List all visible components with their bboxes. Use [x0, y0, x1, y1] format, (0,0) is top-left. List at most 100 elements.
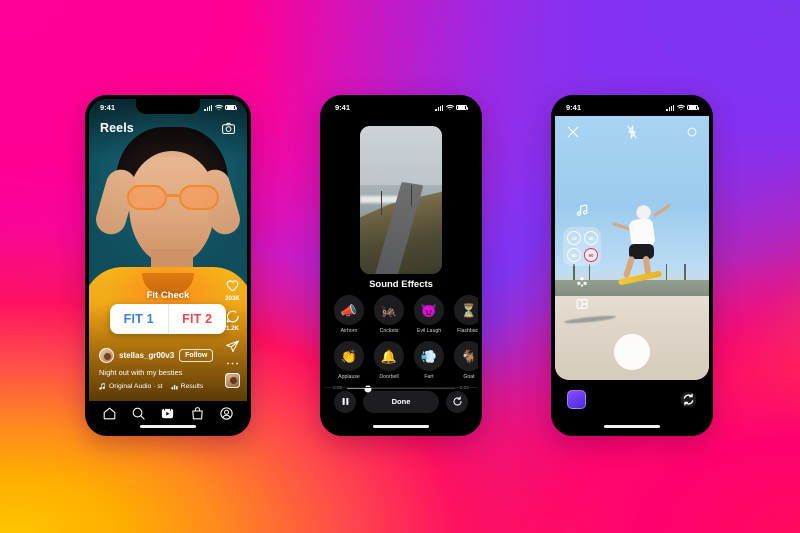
comment-count: 1.2K [225, 325, 240, 332]
sfx-label: Goat [463, 374, 475, 380]
cellular-icon [435, 104, 443, 111]
sfx-label: Applause [338, 374, 360, 380]
skater-arm-right [652, 203, 671, 218]
sfx-item[interactable]: 👏 Applause [334, 341, 364, 380]
sfx-row-2: 👏 Applause 🔔 Doorbell 💨 Fart 🐐 Goat [334, 341, 478, 380]
duration-option-90[interactable]: 90 [584, 248, 598, 262]
video-preview[interactable] [360, 126, 442, 274]
heart-icon[interactable] [225, 278, 240, 293]
like-action[interactable]: 203K [225, 278, 240, 302]
sfx-row-1: 📣 Airhorn 🦗 Crickets 👿 Evil Laugh ⏳ Flas… [334, 295, 478, 334]
comment-action[interactable]: 1.2K [225, 309, 240, 332]
sfx-glyph[interactable]: 🐐 [454, 341, 478, 371]
audio-row[interactable]: Original Audio · st Results [99, 383, 207, 390]
status-time: 9:41 [335, 103, 351, 112]
sfx-glyph[interactable]: 👏 [334, 341, 364, 371]
sfx-glyph[interactable]: 💨 [414, 341, 444, 371]
share-action[interactable] [225, 339, 240, 354]
cellular-icon [666, 104, 674, 111]
status-time: 9:41 [100, 103, 116, 112]
sfx-item[interactable]: 🐐 Goat [454, 341, 478, 380]
username[interactable]: stellas_gr00v3 [119, 351, 174, 360]
shop-icon[interactable] [190, 406, 205, 421]
duration-selector[interactable]: 15 30 60 90 [563, 227, 601, 266]
undo-button[interactable] [446, 390, 468, 413]
music-icon[interactable] [576, 204, 589, 217]
duration-option-30[interactable]: 30 [584, 231, 598, 245]
share-icon[interactable] [225, 339, 240, 354]
music-note-icon [99, 383, 105, 390]
cellular-icon [204, 104, 212, 111]
sound-effects-screen: 9:41 Sound Effects 📣 Airhorn 🦗 Crickets … [324, 99, 478, 432]
sfx-item[interactable]: 💨 Fart [414, 341, 444, 380]
device-notch [136, 99, 200, 114]
phone-sound-effects: 9:41 Sound Effects 📣 Airhorn 🦗 Crickets … [320, 95, 482, 436]
sfx-controls: Done [324, 387, 478, 415]
done-button[interactable]: Done [363, 390, 439, 413]
search-icon[interactable] [131, 406, 146, 421]
status-indicators [666, 104, 699, 111]
camera-icon[interactable] [221, 121, 236, 136]
wifi-icon [676, 104, 685, 111]
sfx-glyph[interactable]: 👿 [414, 295, 444, 325]
close-icon[interactable] [566, 125, 580, 139]
follow-button[interactable]: Follow [179, 349, 214, 362]
preview-sky [360, 126, 442, 189]
duration-option-60[interactable]: 60 [567, 248, 581, 262]
sfx-glyph[interactable]: 🔔 [374, 341, 404, 371]
battery-icon [687, 104, 699, 111]
sfx-glyph[interactable]: 🦗 [374, 295, 404, 325]
poll-option-1[interactable]: FIT 1 [110, 304, 169, 334]
more-action[interactable] [226, 361, 239, 366]
reel-metadata: stellas_gr00v3 Follow Night out with my … [99, 348, 214, 390]
audio-thumbnail[interactable] [225, 373, 240, 388]
sfx-glyph[interactable]: 📣 [334, 295, 364, 325]
preview-pole-2 [410, 185, 412, 206]
flash-off-icon[interactable] [627, 125, 637, 139]
sfx-glyph[interactable]: ⏳ [454, 295, 478, 325]
comment-icon[interactable] [225, 309, 240, 324]
sfx-item[interactable]: 📣 Airhorn [334, 295, 364, 334]
device-notch [369, 99, 433, 114]
sfx-item[interactable]: 🦗 Crickets [374, 295, 404, 334]
more-icon[interactable] [226, 361, 239, 366]
poll-option-2[interactable]: FIT 2 [169, 304, 227, 334]
sfx-item[interactable]: 👿 Evil Laugh [414, 295, 444, 334]
audio-title: Original Audio · st [109, 383, 163, 390]
camera-tool-rail: 15 30 60 90 [563, 204, 601, 310]
sunglass-bridge [167, 194, 179, 197]
sunglass-lens-right [179, 185, 219, 210]
poster-canvas: 9:41 Reels Fit Check FIT 1 FIT 2 stellas… [0, 0, 800, 533]
wifi-icon [445, 104, 454, 111]
shutter-button[interactable] [614, 334, 650, 370]
sfx-label: Airhorn [340, 328, 358, 334]
settings-icon[interactable] [686, 126, 698, 138]
poll-widget[interactable]: FIT 1 FIT 2 [110, 304, 226, 334]
panel-title: Sound Effects [369, 279, 433, 290]
avatar[interactable] [99, 348, 114, 363]
undo-icon [453, 396, 462, 406]
sfx-item[interactable]: ⏳ Flashback [454, 295, 478, 334]
gallery-thumbnail[interactable] [567, 389, 586, 409]
home-icon[interactable] [102, 406, 117, 421]
flip-camera-icon[interactable] [680, 391, 697, 408]
page-title: Reels [100, 121, 134, 135]
wifi-icon [214, 104, 223, 111]
layout-icon[interactable] [576, 298, 588, 310]
sound-effects-grid: 📣 Airhorn 🦗 Crickets 👿 Evil Laugh ⏳ Flas… [324, 295, 478, 380]
palm-tree [684, 263, 686, 280]
pause-button[interactable] [334, 390, 356, 413]
reels-icon[interactable] [160, 406, 175, 421]
camera-screen: 9:41 15 30 60 90 [555, 99, 709, 432]
home-indicator [604, 425, 660, 428]
sfx-item[interactable]: 🔔 Doorbell [374, 341, 404, 380]
sfx-label: Fart [424, 374, 434, 380]
device-notch [600, 99, 664, 114]
phone-reels: 9:41 Reels Fit Check FIT 1 FIT 2 stellas… [85, 95, 251, 436]
duration-option-15[interactable]: 15 [567, 231, 581, 245]
profile-icon[interactable] [219, 406, 234, 421]
reel-action-rail: 203K 1.2K [225, 278, 240, 388]
effects-icon[interactable] [576, 276, 588, 288]
results-chip[interactable]: Results [171, 383, 203, 390]
skater-subject [611, 195, 676, 291]
